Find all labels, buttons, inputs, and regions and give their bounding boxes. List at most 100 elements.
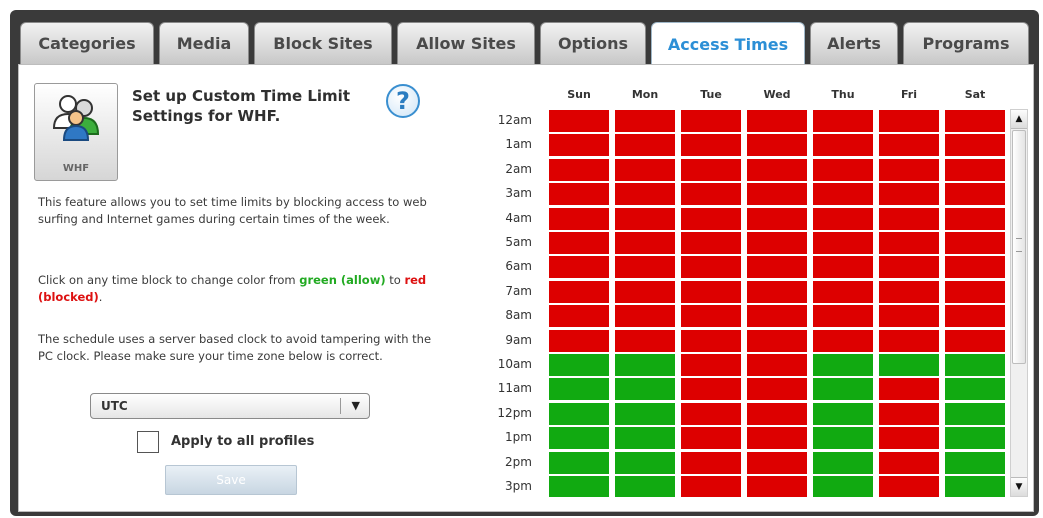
time-block-blocked[interactable] — [746, 231, 808, 255]
time-block-blocked[interactable] — [746, 279, 808, 304]
time-block-blocked[interactable] — [944, 182, 1006, 207]
time-block-blocked[interactable] — [878, 231, 940, 255]
time-block-blocked[interactable] — [548, 182, 610, 207]
apply-all-label[interactable]: Apply to all profiles — [171, 434, 314, 449]
time-block-allowed[interactable] — [812, 353, 874, 377]
time-block-allowed[interactable] — [812, 475, 874, 497]
time-block-blocked[interactable] — [878, 328, 940, 353]
time-block-blocked[interactable] — [812, 182, 874, 207]
time-block-blocked[interactable] — [944, 328, 1006, 353]
tab-programs[interactable]: Programs — [903, 22, 1029, 64]
time-block-allowed[interactable] — [812, 450, 874, 475]
time-block-allowed[interactable] — [548, 377, 610, 402]
time-block-allowed[interactable] — [548, 401, 610, 426]
time-block-blocked[interactable] — [614, 109, 676, 133]
time-block-allowed[interactable] — [548, 426, 610, 451]
time-block-blocked[interactable] — [812, 231, 874, 255]
time-block-allowed[interactable] — [944, 353, 1006, 377]
time-block-allowed[interactable] — [614, 377, 676, 402]
chevron-down-icon[interactable]: ▼ — [352, 399, 360, 412]
time-block-blocked[interactable] — [878, 377, 940, 402]
schedule-scrollbar[interactable]: ▲ ▼ — [1010, 109, 1028, 497]
time-block-blocked[interactable] — [680, 377, 742, 402]
tab-allow-sites[interactable]: Allow Sites — [397, 22, 535, 64]
time-block-allowed[interactable] — [878, 353, 940, 377]
time-block-blocked[interactable] — [746, 401, 808, 426]
time-block-blocked[interactable] — [680, 328, 742, 353]
time-block-allowed[interactable] — [614, 450, 676, 475]
time-block-allowed[interactable] — [548, 475, 610, 497]
time-block-blocked[interactable] — [680, 450, 742, 475]
time-block-blocked[interactable] — [548, 157, 610, 182]
time-block-allowed[interactable] — [614, 475, 676, 497]
time-block-allowed[interactable] — [548, 353, 610, 377]
scroll-down-icon[interactable]: ▼ — [1011, 477, 1027, 496]
time-block-blocked[interactable] — [548, 255, 610, 280]
time-block-blocked[interactable] — [614, 255, 676, 280]
time-block-blocked[interactable] — [614, 231, 676, 255]
time-block-blocked[interactable] — [548, 109, 610, 133]
time-block-blocked[interactable] — [878, 182, 940, 207]
time-block-blocked[interactable] — [878, 426, 940, 451]
time-block-blocked[interactable] — [878, 450, 940, 475]
time-block-blocked[interactable] — [680, 426, 742, 451]
time-block-blocked[interactable] — [812, 328, 874, 353]
time-block-blocked[interactable] — [812, 206, 874, 231]
time-block-blocked[interactable] — [614, 133, 676, 158]
tab-alerts[interactable]: Alerts — [810, 22, 898, 64]
time-block-blocked[interactable] — [878, 401, 940, 426]
time-block-blocked[interactable] — [680, 279, 742, 304]
time-block-allowed[interactable] — [944, 377, 1006, 402]
time-block-allowed[interactable] — [812, 401, 874, 426]
time-block-blocked[interactable] — [878, 255, 940, 280]
time-block-blocked[interactable] — [878, 206, 940, 231]
time-block-allowed[interactable] — [812, 377, 874, 402]
time-block-blocked[interactable] — [614, 279, 676, 304]
tab-options[interactable]: Options — [540, 22, 646, 64]
tab-media[interactable]: Media — [159, 22, 249, 64]
time-block-blocked[interactable] — [548, 279, 610, 304]
time-block-blocked[interactable] — [746, 133, 808, 158]
time-block-blocked[interactable] — [680, 401, 742, 426]
time-block-blocked[interactable] — [746, 377, 808, 402]
time-block-blocked[interactable] — [812, 109, 874, 133]
time-block-allowed[interactable] — [944, 426, 1006, 451]
time-block-blocked[interactable] — [680, 157, 742, 182]
apply-all-checkbox[interactable] — [137, 431, 159, 453]
time-block-allowed[interactable] — [944, 475, 1006, 497]
time-block-allowed[interactable] — [614, 401, 676, 426]
time-block-blocked[interactable] — [944, 231, 1006, 255]
time-block-blocked[interactable] — [548, 206, 610, 231]
help-icon[interactable]: ? — [386, 84, 420, 118]
time-block-blocked[interactable] — [878, 109, 940, 133]
time-block-blocked[interactable] — [548, 304, 610, 329]
time-block-blocked[interactable] — [680, 231, 742, 255]
time-block-blocked[interactable] — [746, 426, 808, 451]
time-block-allowed[interactable] — [812, 426, 874, 451]
time-block-allowed[interactable] — [944, 450, 1006, 475]
time-block-blocked[interactable] — [944, 206, 1006, 231]
time-block-blocked[interactable] — [680, 109, 742, 133]
tab-access-times[interactable]: Access Times — [651, 22, 805, 66]
time-block-blocked[interactable] — [680, 475, 742, 497]
time-block-blocked[interactable] — [746, 255, 808, 280]
timezone-select[interactable]: UTC ▼ — [90, 393, 370, 419]
time-block-blocked[interactable] — [680, 206, 742, 231]
time-block-blocked[interactable] — [680, 182, 742, 207]
time-block-blocked[interactable] — [878, 279, 940, 304]
scroll-up-icon[interactable]: ▲ — [1011, 110, 1027, 129]
time-block-allowed[interactable] — [548, 450, 610, 475]
time-block-blocked[interactable] — [548, 328, 610, 353]
time-block-blocked[interactable] — [746, 109, 808, 133]
time-block-blocked[interactable] — [812, 157, 874, 182]
time-block-blocked[interactable] — [680, 133, 742, 158]
time-block-blocked[interactable] — [746, 450, 808, 475]
tab-categories[interactable]: Categories — [20, 22, 154, 64]
time-block-blocked[interactable] — [746, 328, 808, 353]
time-block-blocked[interactable] — [878, 157, 940, 182]
time-block-blocked[interactable] — [878, 304, 940, 329]
time-block-blocked[interactable] — [944, 109, 1006, 133]
time-block-blocked[interactable] — [944, 255, 1006, 280]
schedule-grid[interactable] — [548, 109, 1008, 497]
time-block-blocked[interactable] — [746, 475, 808, 497]
